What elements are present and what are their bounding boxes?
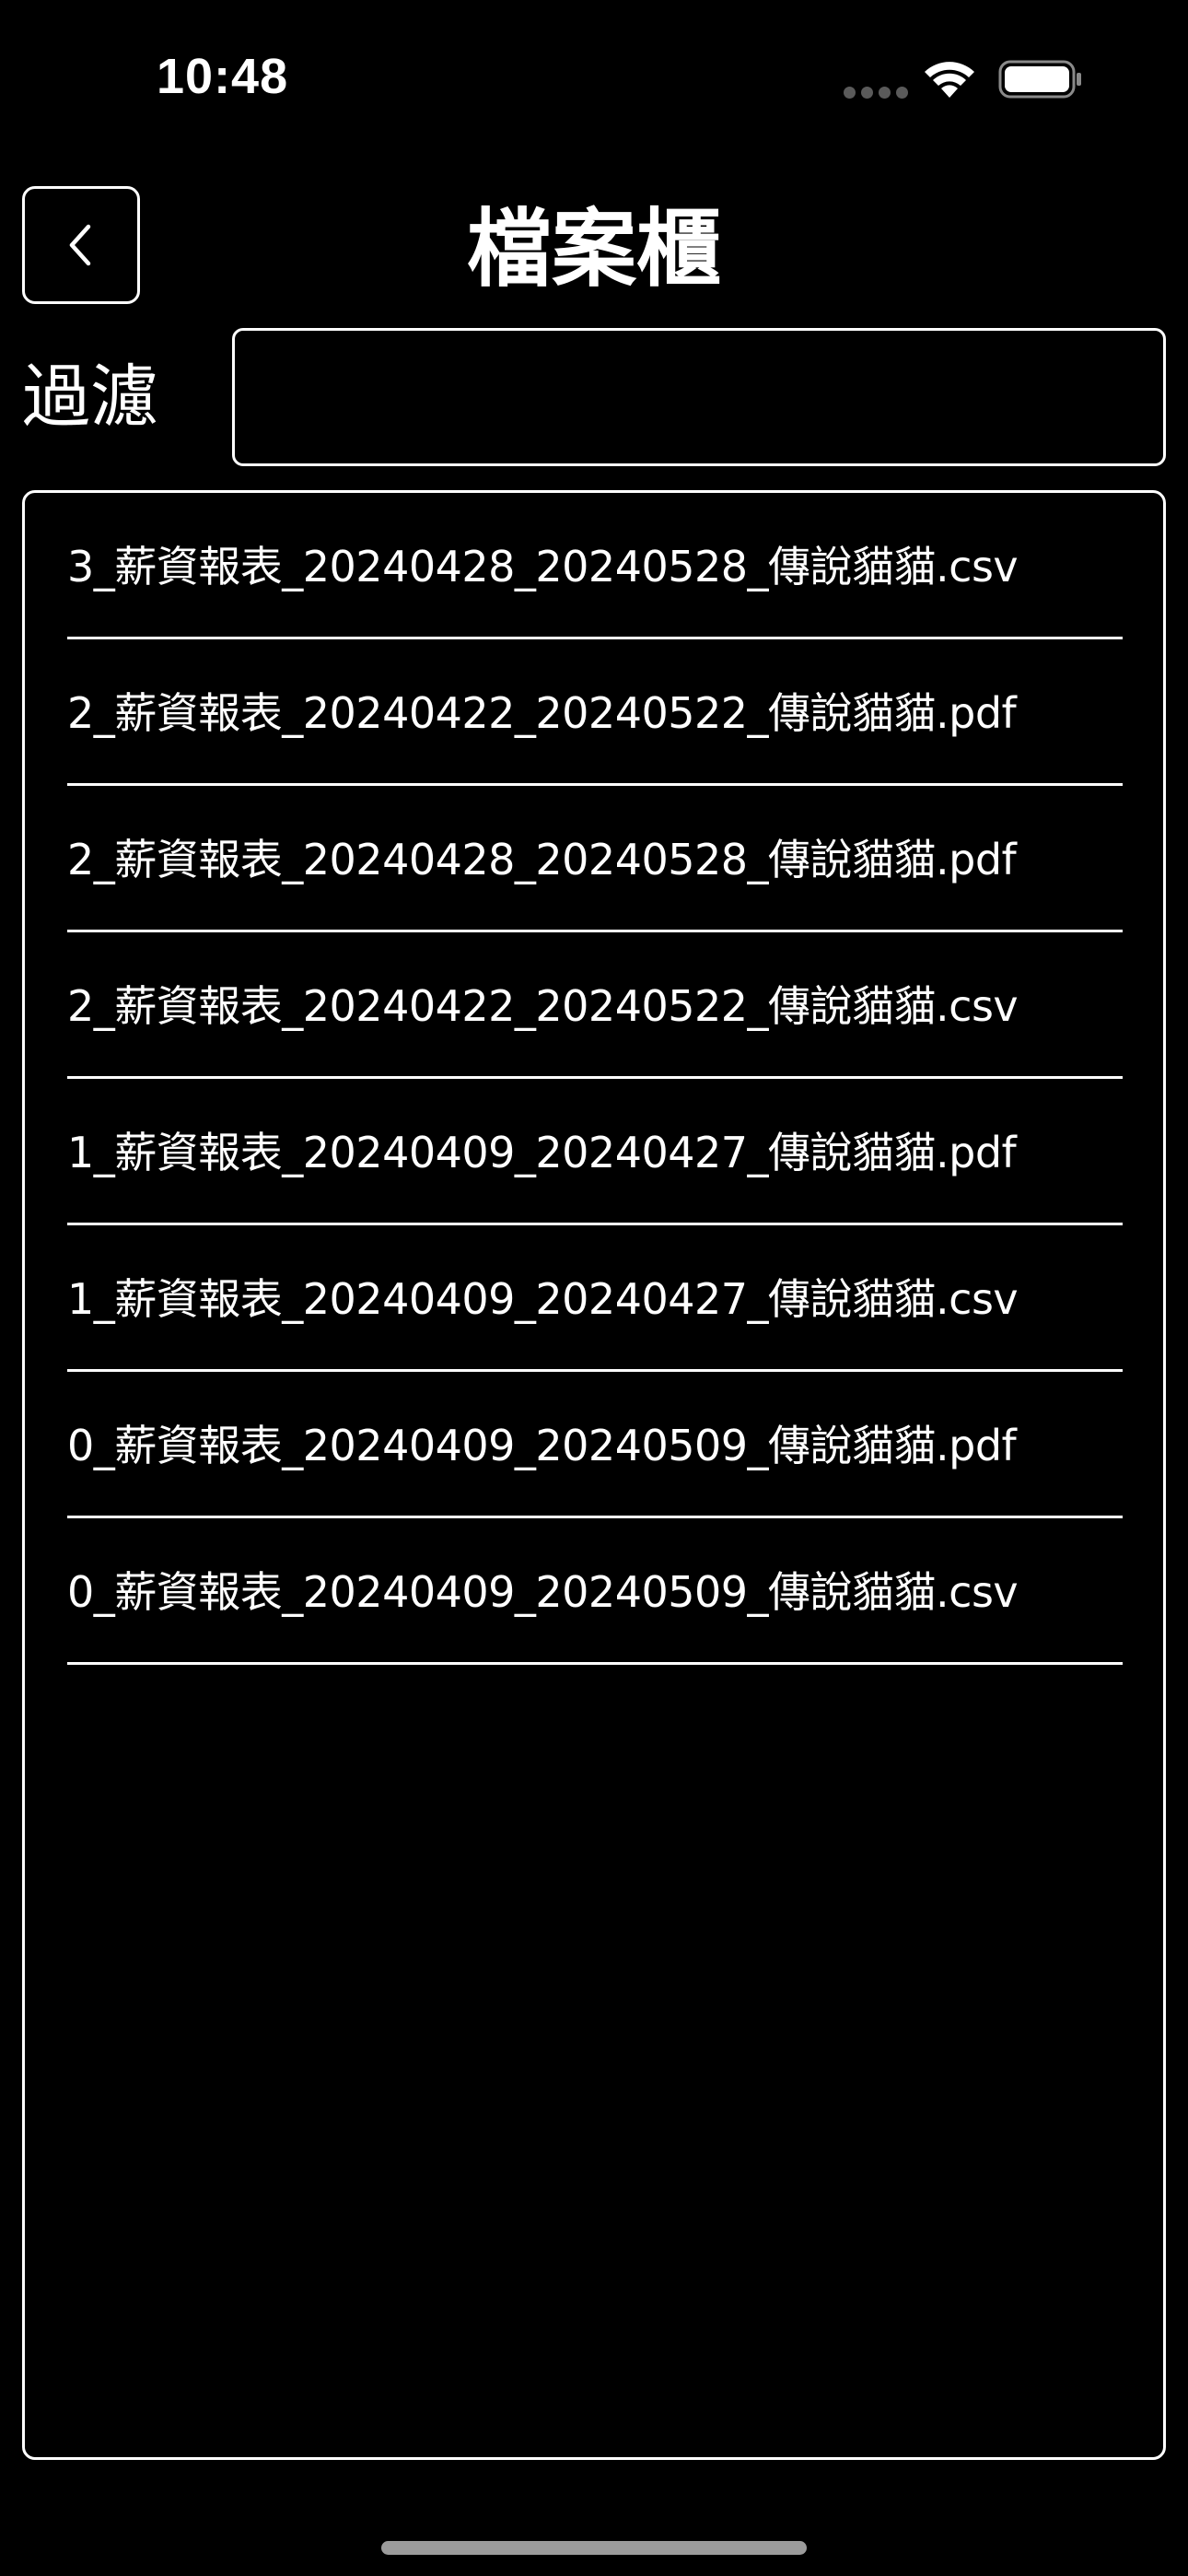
file-name: 2_薪資報表_20240422_20240522_傳說貓貓.csv	[67, 981, 1019, 1031]
file-list-item[interactable]: 0_薪資報表_20240409_20240509_傳說貓貓.csv	[67, 1518, 1123, 1665]
file-list-item[interactable]: 1_薪資報表_20240409_20240427_傳說貓貓.csv	[67, 1225, 1123, 1372]
file-list-item[interactable]: 3_薪資報表_20240428_20240528_傳說貓貓.csv	[67, 493, 1123, 639]
file-list-item[interactable]: 2_薪資報表_20240428_20240528_傳說貓貓.pdf	[67, 786, 1123, 932]
file-list-item[interactable]: 2_薪資報表_20240422_20240522_傳說貓貓.csv	[67, 932, 1123, 1079]
file-name: 1_薪資報表_20240409_20240427_傳說貓貓.csv	[67, 1274, 1019, 1324]
filter-label: 過濾	[22, 357, 158, 437]
file-list-item[interactable]: 1_薪資報表_20240409_20240427_傳說貓貓.pdf	[67, 1079, 1123, 1225]
file-list[interactable]: 3_薪資報表_20240428_20240528_傳說貓貓.csv 2_薪資報表…	[22, 490, 1166, 2460]
file-list-item[interactable]: 0_薪資報表_20240409_20240509_傳說貓貓.pdf	[67, 1372, 1123, 1518]
navigation-bar: 檔案櫃	[0, 175, 1188, 313]
status-bar: 10:48	[0, 0, 1188, 157]
file-name: 1_薪資報表_20240409_20240427_傳說貓貓.pdf	[67, 1128, 1017, 1177]
file-name: 3_薪資報表_20240428_20240528_傳說貓貓.csv	[67, 542, 1019, 591]
page-title: 檔案櫃	[466, 200, 721, 299]
file-name: 2_薪資報表_20240422_20240522_傳說貓貓.pdf	[67, 688, 1017, 738]
home-indicator	[381, 2541, 807, 2555]
battery-icon	[998, 60, 1081, 99]
file-list-item[interactable]: 2_薪資報表_20240422_20240522_傳說貓貓.pdf	[67, 639, 1123, 786]
filter-input[interactable]	[232, 328, 1166, 466]
cellular-signal-icon	[844, 87, 908, 100]
filter-row: 過濾	[0, 328, 1188, 468]
status-time: 10:48	[157, 49, 289, 104]
wifi-icon	[925, 62, 974, 98]
file-name: 2_薪資報表_20240428_20240528_傳說貓貓.pdf	[67, 835, 1017, 884]
file-name: 0_薪資報表_20240409_20240509_傳說貓貓.pdf	[67, 1421, 1017, 1470]
file-name: 0_薪資報表_20240409_20240509_傳說貓貓.csv	[67, 1567, 1019, 1617]
